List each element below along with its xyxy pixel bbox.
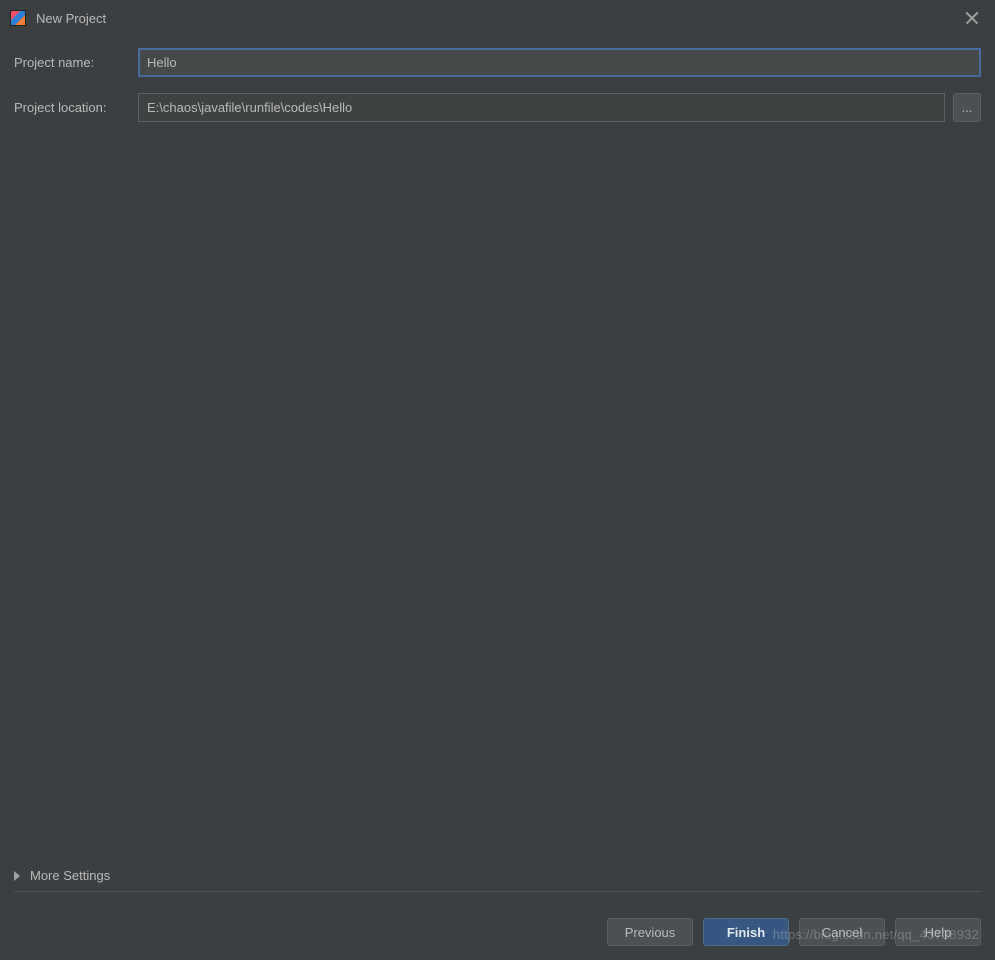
project-location-row: Project location: ... — [14, 93, 981, 122]
titlebar: New Project — [0, 0, 995, 36]
project-name-label: Project name: — [14, 55, 138, 70]
finish-button[interactable]: Finish — [703, 918, 789, 946]
chevron-right-icon — [14, 871, 20, 881]
button-bar: Previous Finish Cancel Help — [607, 918, 981, 946]
app-icon — [10, 10, 26, 26]
form-area: Project name: Project location: ... — [0, 36, 995, 122]
window-title: New Project — [36, 11, 965, 26]
close-icon[interactable] — [965, 11, 979, 25]
browse-button[interactable]: ... — [953, 93, 981, 122]
previous-button[interactable]: Previous — [607, 918, 693, 946]
project-name-input[interactable] — [138, 48, 981, 77]
project-name-row: Project name: — [14, 48, 981, 77]
cancel-button[interactable]: Cancel — [799, 918, 885, 946]
help-button[interactable]: Help — [895, 918, 981, 946]
more-settings-toggle[interactable]: More Settings — [14, 868, 981, 892]
project-location-input[interactable] — [138, 93, 945, 122]
project-location-label: Project location: — [14, 100, 138, 115]
more-settings-label: More Settings — [30, 868, 110, 883]
